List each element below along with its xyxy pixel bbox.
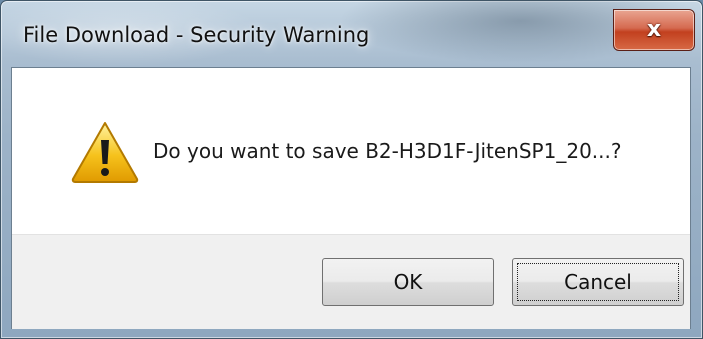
- security-warning-dialog: File Download - Security Warning x Do yo…: [0, 0, 703, 339]
- close-icon: x: [646, 17, 662, 42]
- cancel-button[interactable]: Cancel: [512, 258, 684, 306]
- ok-button-label: OK: [393, 270, 423, 294]
- title-bar[interactable]: File Download - Security Warning x: [1, 1, 702, 67]
- warning-icon: [71, 122, 139, 183]
- cancel-button-label: Cancel: [564, 270, 632, 294]
- dialog-title: File Download - Security Warning: [23, 23, 370, 47]
- close-button[interactable]: x: [613, 9, 695, 51]
- ok-button[interactable]: OK: [322, 258, 494, 306]
- message-area: Do you want to save B2-H3D1F-JitenSP1_20…: [12, 68, 690, 234]
- save-prompt-message: Do you want to save B2-H3D1F-JitenSP1_20…: [153, 139, 622, 163]
- button-bar: OK Cancel: [12, 234, 690, 329]
- dialog-client-area: Do you want to save B2-H3D1F-JitenSP1_20…: [11, 67, 691, 329]
